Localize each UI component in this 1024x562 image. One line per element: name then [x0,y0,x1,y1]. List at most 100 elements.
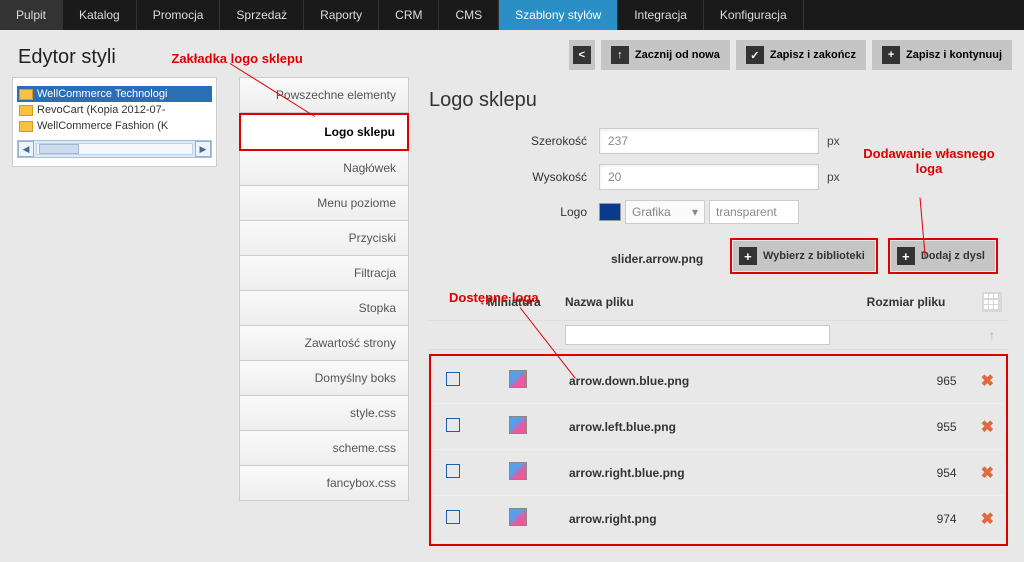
tree-item-label: RevoCart (Kopia 2012-07- [37,104,165,116]
topnav-item[interactable]: Integracja [618,0,704,30]
topnav-item[interactable]: Raporty [304,0,379,30]
choose-from-library-button[interactable]: + Wybierz z biblioteki [733,241,875,271]
file-size: 954 [831,450,971,496]
file-size: 965 [831,358,971,404]
topnav-item[interactable]: Konfiguracja [704,0,804,30]
tree-item-label: WellCommerce Fashion (K [37,120,168,132]
save-close-label: Zapisz i zakończ [770,49,856,61]
width-input[interactable] [599,128,819,154]
restart-label: Zacznij od nowa [635,49,720,61]
tree-item[interactable]: WellCommerce Fashion (K [17,118,212,134]
folder-icon [19,89,33,100]
file-name: arrow.down.blue.png [563,358,831,404]
scroll-right-icon[interactable]: ▶ [195,141,211,157]
file-thumbnail-icon [509,508,527,526]
tree-item-label: WellCommerce Technologi [37,88,167,100]
unit-px: px [827,134,840,148]
section-nav-item[interactable]: Nagłówek [239,151,409,186]
folder-icon [19,121,33,132]
tree-item[interactable]: RevoCart (Kopia 2012-07- [17,102,212,118]
section-nav-item[interactable]: Logo sklepu [239,113,409,151]
tree-item[interactable]: WellCommerce Technologi [17,86,212,102]
delete-icon[interactable]: ✖ [977,465,998,482]
grid-view-icon[interactable] [982,292,1002,312]
section-nav-item[interactable]: Filtracja [239,256,409,291]
row-checkbox[interactable] [446,464,460,478]
section-nav-item[interactable]: Menu poziome [239,186,409,221]
delete-icon[interactable]: ✖ [977,511,998,528]
annotation-highlight-files: arrow.down.blue.png965✖arrow.left.blue.p… [429,354,1008,546]
file-thumbnail-icon [509,416,527,434]
topnav-item[interactable]: Szablony stylów [499,0,618,30]
file-size: 974 [831,496,971,542]
section-nav-item[interactable]: Stopka [239,291,409,326]
file-name: arrow.left.blue.png [563,404,831,450]
annotation-tab: Zakładka logo sklepu [171,51,303,66]
row-checkbox[interactable] [446,418,460,432]
section-nav-item[interactable]: Zawartość strony [239,326,409,361]
save-close-button[interactable]: ✓ Zapisz i zakończ [736,40,866,70]
top-nav: PulpitKatalogPromocjaSprzedażRaportyCRMC… [0,0,1024,30]
logo-mode-select[interactable]: Grafika [625,200,705,224]
save-continue-label: Zapisz i kontynuuj [906,49,1002,61]
color-swatch[interactable] [599,203,621,221]
scroll-thumb[interactable] [39,144,79,154]
file-row[interactable]: arrow.down.blue.png965 ✖ [433,358,1004,404]
file-row[interactable]: arrow.left.blue.png955 ✖ [433,404,1004,450]
delete-icon[interactable]: ✖ [977,373,998,390]
file-name: arrow.right.blue.png [563,450,831,496]
save-continue-button[interactable]: + Zapisz i kontynuuj [872,40,1012,70]
folder-icon [19,105,33,116]
topnav-item[interactable]: Promocja [137,0,221,30]
file-row[interactable]: arrow.right.blue.png954 ✖ [433,450,1004,496]
filename-filter-input[interactable] [565,325,830,345]
logo-label: Logo [429,205,599,219]
current-file-label: slider.arrow.png [429,246,720,272]
height-label: Wysokość [429,170,599,184]
main-panel: Logo sklepu Szerokość px Wysokość px Dod… [409,77,1024,562]
up-arrow-icon: ↑ [611,46,629,64]
back-button[interactable]: < [569,40,595,70]
file-size: 955 [831,404,971,450]
scroll-left-icon[interactable]: ◀ [18,141,34,157]
logo-bg-input[interactable] [709,200,799,224]
section-nav: Powszechne elementyLogo sklepuNagłówekMe… [239,77,409,501]
section-nav-item[interactable]: scheme.css [239,431,409,466]
plus-icon: + [882,46,900,64]
scroll-track[interactable] [36,143,193,155]
section-nav-item[interactable]: style.css [239,396,409,431]
col-name: Nazwa pliku [559,284,836,321]
col-size: Rozmiar pliku [836,284,976,321]
annotation-add-own: Dodawanie własnego loga [844,146,1014,176]
section-nav-item[interactable]: fancybox.css [239,466,409,501]
sort-icon[interactable]: ↑ [982,325,1002,345]
section-nav-item[interactable]: Domyślny boks [239,361,409,396]
tree-sidebar: WellCommerce Technologi RevoCart (Kopia 2… [12,77,217,167]
topnav-item[interactable]: CRM [379,0,439,30]
tree-hscroll[interactable]: ◀ ▶ [17,140,212,158]
topnav-item[interactable]: Pulpit [0,0,63,30]
width-label: Szerokość [429,134,599,148]
page-title: Edytor styli Zakładka logo sklepu [0,46,1024,77]
topnav-item[interactable]: CMS [439,0,499,30]
file-name: arrow.right.png [563,496,831,542]
topnav-item[interactable]: Sprzedaż [220,0,304,30]
section-nav-item[interactable]: Powszechne elementy [239,77,409,113]
delete-icon[interactable]: ✖ [977,419,998,436]
annotation-highlight-add: + Dodaj z dysl [888,238,998,274]
plus-icon: + [897,247,915,265]
check-icon: ✓ [746,46,764,64]
arrow-left-icon: < [573,46,591,64]
row-checkbox[interactable] [446,372,460,386]
annotation-highlight-choose: + Wybierz z biblioteki [730,238,878,274]
annotation-available: Dostępne loga [449,290,539,305]
height-input[interactable] [599,164,819,190]
topnav-item[interactable]: Katalog [63,0,137,30]
file-row[interactable]: arrow.right.png974 ✖ [433,496,1004,542]
row-checkbox[interactable] [446,510,460,524]
add-from-disk-button[interactable]: + Dodaj z dysl [891,241,995,271]
section-nav-item[interactable]: Przyciski [239,221,409,256]
panel-heading: Logo sklepu [429,89,1008,112]
restart-button[interactable]: ↑ Zacznij od nowa [601,40,730,70]
unit-px: px [827,170,840,184]
